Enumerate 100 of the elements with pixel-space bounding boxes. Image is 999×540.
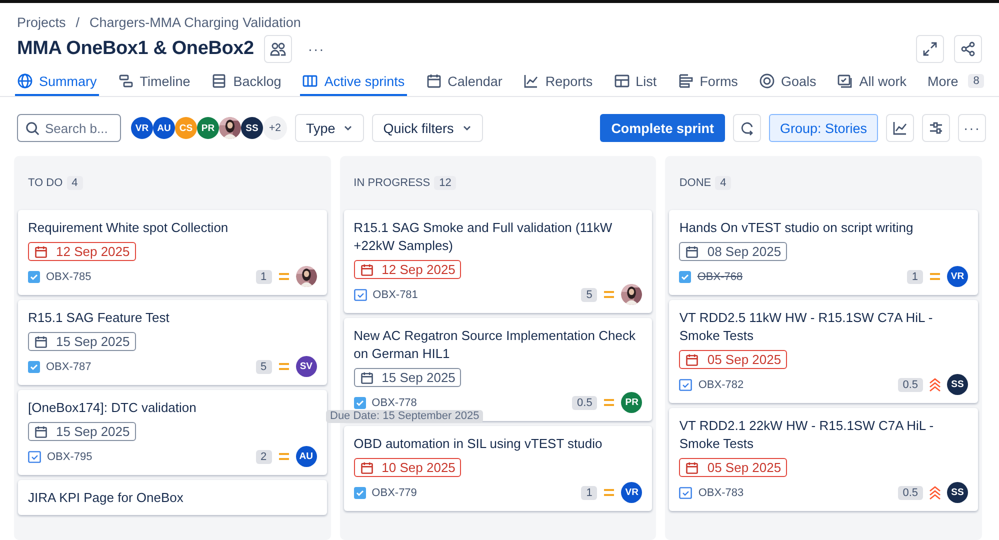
column-title: IN PROGRESS [354, 176, 430, 188]
fullscreen-button[interactable] [916, 35, 944, 63]
nav-tab[interactable]: Forms [676, 71, 740, 96]
estimate-badge: 1 [581, 486, 598, 500]
more-button[interactable]: ··· [958, 114, 986, 142]
complete-sprint-button[interactable]: Complete sprint [600, 114, 725, 142]
chevron-down-icon [343, 123, 354, 133]
issue-key[interactable]: OBX-783 [698, 486, 744, 498]
nav-tab[interactable]: Calendar [424, 71, 504, 96]
issue-card[interactable]: VT RDD2.1 22kW HW - R15.1SW C7A HiL - Smoke Tests 05 Sep 2025 OBX-783 0.5 SS [669, 408, 978, 511]
calendar-icon [360, 460, 374, 474]
issue-card[interactable]: Hands On vTEST studio on script writing 08 Sep 2025 OBX-768 1 VR [669, 210, 978, 295]
count-badge: 12 [434, 176, 456, 190]
group-button[interactable]: Group: Stories [768, 114, 878, 142]
calendar-icon [685, 352, 700, 366]
due-date-chip: 08 Sep 2025 [679, 242, 788, 261]
avatar[interactable]: SV [296, 356, 317, 377]
count-badge: 8 [968, 74, 984, 88]
story-checkbox-icon [679, 270, 692, 282]
column-title: DONE [679, 176, 712, 188]
sliders-icon [928, 120, 944, 136]
table-icon [614, 73, 630, 89]
estimate-badge: 5 [256, 360, 272, 374]
estimate-badge: 0.5 [898, 486, 924, 500]
people-button[interactable] [264, 35, 292, 63]
settings-button[interactable] [922, 114, 950, 142]
board-icon [302, 73, 318, 89]
issue-card[interactable]: JIRA KPI Page for OneBox [18, 480, 327, 515]
insights-button[interactable] [886, 114, 914, 142]
more-tab[interactable]: More 8 [925, 71, 986, 96]
story-checkbox-icon [354, 486, 366, 498]
issue-title: JIRA KPI Page for OneBox [28, 489, 184, 507]
issue-title: R15.1 SAG Feature Test [28, 309, 170, 327]
issue-key[interactable]: OBX-778 [372, 396, 417, 408]
avatar[interactable]: VR [131, 117, 153, 139]
share-icon [960, 41, 976, 57]
avatar[interactable]: AU [153, 117, 175, 139]
search-field[interactable]: Search b... [17, 114, 121, 142]
issue-title: VT RDD2.5 11kW HW - R15.1SW C7A HiL - Smoke Tests [679, 309, 934, 345]
estimate-badge: 1 [256, 270, 272, 284]
due-date-chip: 05 Sep 2025 [679, 350, 788, 369]
breadcrumb-separator: / [76, 15, 80, 30]
avatar[interactable]: SS [947, 374, 968, 395]
issue-key[interactable]: OBX-768 [697, 270, 743, 282]
retro-button[interactable] [732, 114, 761, 142]
issue-card[interactable]: R15.1 SAG Feature Test 15 Sep 2025 OBX-787 5 SV [18, 300, 327, 385]
nav-tab[interactable]: Summary [15, 71, 99, 96]
issue-card[interactable]: R15.1 SAG Smoke and Full validation (11kW +22kW Samples) 12 Sep 2025 OBX-781 5 [344, 210, 652, 313]
due-date-chip: 10 Sep 2025 [354, 458, 462, 477]
breadcrumb-link[interactable]: Projects [17, 15, 66, 30]
story-checkbox-icon [28, 360, 40, 372]
issue-key[interactable]: OBX-787 [46, 360, 92, 372]
issue-title: New AC Regatron Source Implementation Check on German HIL1 [354, 327, 636, 363]
issue-card[interactable]: Requirement White spot Collection 12 Sep 2025 OBX-785 1 [18, 210, 327, 295]
nav-tab[interactable]: Reports [521, 71, 595, 96]
share-button[interactable] [954, 35, 982, 63]
issue-title: OBD automation in SIL using vTEST studio [354, 435, 604, 453]
avatar[interactable]: AU [296, 446, 317, 467]
backlog-icon [211, 73, 228, 89]
breadcrumb-link[interactable]: Chargers-MMA Charging Validation [90, 15, 301, 30]
count-badge: 4 [715, 176, 732, 190]
nav-tab[interactable]: Active sprints [300, 71, 407, 96]
estimate-badge: 2 [256, 450, 272, 464]
due-date-chip: 15 Sep 2025 [354, 368, 462, 387]
issue-key[interactable]: OBX-795 [47, 450, 92, 462]
avatar[interactable]: VR [947, 266, 968, 287]
story-checkbox-icon [679, 378, 692, 390]
nav-tab[interactable]: Timeline [116, 71, 192, 96]
avatar[interactable]: PR [621, 392, 642, 413]
issue-key[interactable]: OBX-779 [372, 486, 417, 498]
chart-icon [892, 120, 908, 136]
checklist-icon [837, 73, 854, 89]
count-badge: 4 [66, 176, 83, 190]
globe-icon [17, 73, 33, 89]
filter-dropdown[interactable]: Type [295, 114, 364, 142]
nav-tab[interactable]: All work [835, 71, 908, 96]
filter-dropdown[interactable]: Quick filters [372, 114, 483, 142]
estimate-badge: 0.5 [572, 396, 598, 410]
avatar[interactable]: VR [621, 482, 642, 503]
issue-key[interactable]: OBX-782 [698, 378, 744, 390]
issue-card[interactable]: VT RDD2.5 11kW HW - R15.1SW C7A HiL - Smoke Tests 05 Sep 2025 OBX-782 0.5 SS [669, 300, 978, 403]
column-title: TO DO [28, 176, 63, 188]
issue-key[interactable]: OBX-785 [46, 270, 92, 282]
due-date-chip: 15 Sep 2025 [28, 332, 136, 351]
story-checkbox-icon [354, 288, 367, 300]
issue-key[interactable]: OBX-781 [372, 288, 418, 300]
issue-card[interactable]: OBD automation in SIL using vTEST studio 10 Sep 2025 OBX-779 1 VR [344, 426, 652, 511]
nav-tab[interactable]: List [612, 71, 659, 96]
issue-card[interactable]: [OneBox174]: DTC validation 15 Sep 2025 OBX-795 2 AU [18, 390, 327, 475]
estimate-badge: 1 [906, 270, 924, 284]
avatar[interactable]: SS [947, 482, 968, 503]
estimate-badge: 0.5 [898, 378, 924, 392]
avatar[interactable]: PR [197, 117, 219, 139]
issue-title: R15.1 SAG Smoke and Full validation (11kW +22kW Samples) [354, 219, 614, 255]
nav-tab[interactable]: Backlog [209, 71, 284, 96]
more-people-badge[interactable]: +2 [263, 116, 287, 140]
avatar[interactable]: SS [241, 117, 263, 139]
story-checkbox-icon [28, 270, 40, 282]
nav-tab[interactable]: Goals [756, 71, 818, 96]
due-date-chip: 15 Sep 2025 [28, 422, 136, 441]
